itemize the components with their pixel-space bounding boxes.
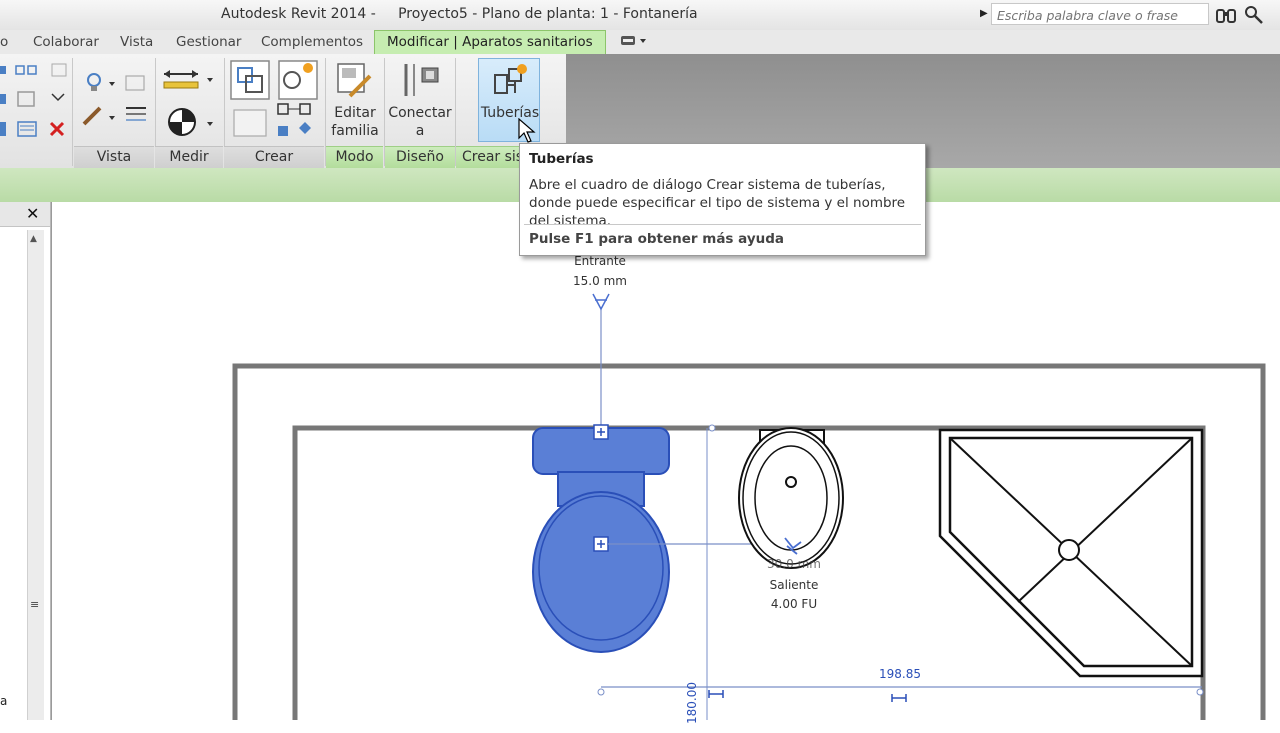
dimension-tick-icon xyxy=(891,694,907,702)
edit-family-icon[interactable] xyxy=(336,62,374,100)
ribbon-display-toggle-icon[interactable] xyxy=(619,33,649,49)
close-icon[interactable]: ✕ xyxy=(26,204,39,223)
tab-modificar-aparatos[interactable]: Modificar | Aparatos sanitarios xyxy=(374,30,606,54)
dimension-horizontal-value[interactable]: 198.85 xyxy=(860,667,940,681)
sink-flow-label: Saliente xyxy=(769,578,819,592)
title-expand-arrow-icon[interactable]: ▶ xyxy=(980,8,988,19)
measure-tools-icon[interactable] xyxy=(160,64,220,140)
tab-vista[interactable]: Vista xyxy=(120,34,153,50)
create-tools-icon[interactable] xyxy=(228,58,320,144)
sink-size-label: 30.0 mm xyxy=(767,557,821,571)
panel-diseno-label: Diseño xyxy=(385,146,455,168)
left-panel-header xyxy=(0,202,50,227)
tooltip-title: Tuberías xyxy=(529,151,594,167)
scroll-up-arrow-icon[interactable]: ▲ xyxy=(30,234,37,244)
tab-partial[interactable]: o xyxy=(0,34,8,50)
connect-into-button[interactable]: Conectar a xyxy=(386,104,454,140)
tab-colaborar[interactable]: Colaborar xyxy=(33,34,99,50)
sink-fixture-units-label: 4.00 FU xyxy=(770,597,818,611)
dimension-grip-icon[interactable] xyxy=(708,424,716,432)
scroll-grip-icon[interactable]: ≡ xyxy=(30,598,39,611)
modify-tools-icon[interactable] xyxy=(0,62,70,142)
mouse-cursor-icon xyxy=(518,118,536,143)
piping-tooltip: Tuberías Abre el cuadro de diálogo Crear… xyxy=(519,143,926,256)
title-bar: Autodesk Revit 2014 - Proyecto5 - Plano … xyxy=(0,0,1280,31)
sink-fixture[interactable] xyxy=(738,427,844,569)
connector-flow-label: Entrante xyxy=(574,254,626,268)
view-tools-icon[interactable] xyxy=(80,66,152,138)
panel-modo-label: Modo xyxy=(326,146,383,168)
left-panel-scrollbar[interactable] xyxy=(27,230,44,720)
connector-size-label: 15.0 mm xyxy=(573,274,627,288)
binoculars-icon[interactable] xyxy=(1215,4,1237,26)
search-input[interactable] xyxy=(995,5,1209,25)
dimension-vertical-value[interactable]: 180.00 xyxy=(685,673,699,733)
toilet-grip-center-icon[interactable] xyxy=(593,536,609,552)
tooltip-description: Abre el cuadro de diálogo Crear sistema … xyxy=(529,177,906,229)
shower-fixture[interactable] xyxy=(938,428,1204,678)
water-supply-connector-icon[interactable] xyxy=(592,293,610,311)
dimension-grip-icon[interactable] xyxy=(597,688,605,696)
connect-into-icon[interactable] xyxy=(400,62,440,100)
piping-system-icon xyxy=(494,64,527,94)
tab-complementos[interactable]: Complementos xyxy=(261,34,363,50)
panel-medir-label: Medir xyxy=(155,146,223,168)
search-box[interactable] xyxy=(991,3,1209,25)
tab-gestionar[interactable]: Gestionar xyxy=(176,34,241,50)
floor-plan[interactable] xyxy=(52,202,1280,720)
toilet-grip-top-icon[interactable] xyxy=(593,424,609,440)
edit-family-button[interactable]: Editar familia xyxy=(326,104,384,140)
drawing-canvas[interactable]: Entrante 15.0 mm 30.0 mm Saliente 4.00 F… xyxy=(51,202,1280,724)
panel-vista-label: Vista xyxy=(74,146,154,168)
panel-crear-label: Crear xyxy=(224,146,324,168)
ribbon-separator xyxy=(72,58,73,166)
tooltip-divider xyxy=(524,224,921,225)
search-key-icon[interactable] xyxy=(1243,4,1265,26)
left-panel-partial-text: a xyxy=(0,694,8,708)
window-title: Autodesk Revit 2014 - Proyecto5 - Plano … xyxy=(221,6,698,22)
dimension-grip-icon[interactable] xyxy=(1196,688,1204,696)
tooltip-help-hint: Pulse F1 para obtener más ayuda xyxy=(529,231,785,247)
dimension-tick-icon xyxy=(708,690,724,698)
